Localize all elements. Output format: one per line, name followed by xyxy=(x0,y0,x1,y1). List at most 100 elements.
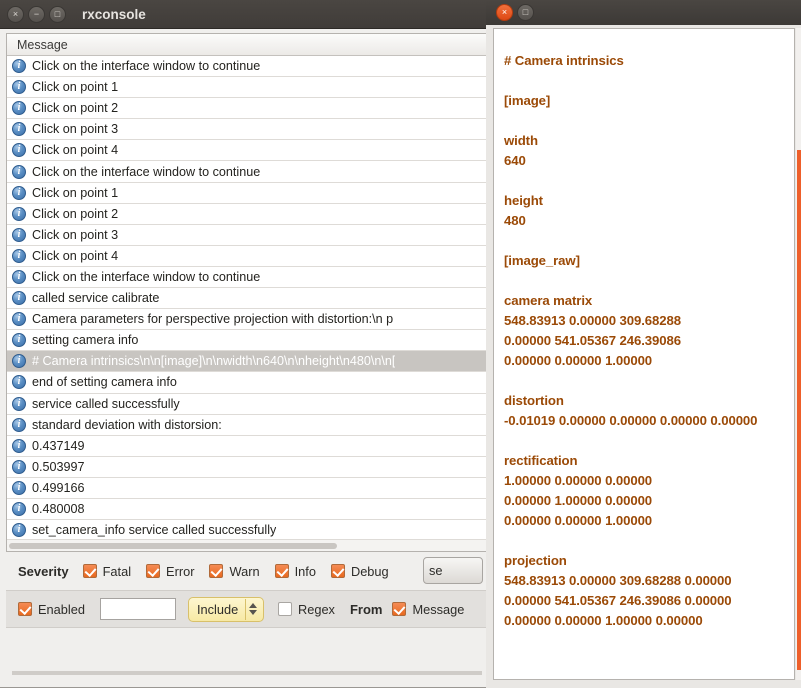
intrinsics-line: 0.00000 0.00000 1.00000 0.00000 xyxy=(504,613,703,628)
message-table-header: Message xyxy=(7,34,487,56)
message-text: Click on the interface window to continu… xyxy=(32,59,261,74)
table-row[interactable]: i called service calibrate xyxy=(7,288,487,310)
table-row[interactable]: i Click on point 1 xyxy=(7,183,487,204)
table-row[interactable]: i # Camera intrinsics\n\n[image]\n\nwidth… xyxy=(7,351,487,373)
camera-intrinsics-titlebar: × □ xyxy=(486,0,801,25)
maximize-icon[interactable]: □ xyxy=(49,5,66,23)
table-row[interactable]: i Click on point 4 xyxy=(7,140,487,162)
info-icon: i xyxy=(12,354,26,369)
table-row[interactable]: i end of setting camera info xyxy=(7,372,487,394)
table-row[interactable]: i 0.503997 xyxy=(7,457,487,478)
table-row[interactable]: i Click on point 4 xyxy=(7,246,487,267)
intrinsics-line: rectification xyxy=(504,453,578,468)
enabled-checkbox[interactable] xyxy=(18,602,32,616)
message-checkbox[interactable] xyxy=(392,602,407,616)
checkbox-debug[interactable] xyxy=(330,564,345,578)
regex-checkbox[interactable] xyxy=(277,602,292,616)
checkbox-info[interactable] xyxy=(274,564,289,578)
severity-label-info: Info xyxy=(294,563,316,579)
filter-mode-select[interactable]: Include xyxy=(187,596,264,622)
table-row[interactable]: i Click on point 1 xyxy=(7,77,487,99)
table-row[interactable]: i setting camera info xyxy=(7,330,487,352)
intrinsics-line: # Camera intrinsics xyxy=(504,53,624,68)
severity-filter-bar: Severity Fatal Error Warn Info Debug se xyxy=(6,552,488,590)
checkbox-warn[interactable] xyxy=(209,564,224,578)
info-icon: i xyxy=(12,59,26,74)
table-row[interactable]: i Click on point 3 xyxy=(7,225,487,246)
table-row[interactable]: i standard deviation with distorsion: xyxy=(7,415,487,436)
severity-checkbox-debug[interactable]: Debug xyxy=(330,564,389,579)
severity-checkbox-error[interactable]: Error xyxy=(146,564,194,579)
intrinsics-line: -0.01019 0.00000 0.00000 0.00000 0.00000 xyxy=(504,413,758,428)
vertical-scrollbar-thumb[interactable] xyxy=(797,150,801,670)
close-icon[interactable]: × xyxy=(496,4,513,21)
table-row[interactable]: i Camera parameters for perspective proje… xyxy=(7,309,487,331)
info-icon: i xyxy=(12,122,26,137)
camera-intrinsics-window: × □ # Camera intrinsics [image] width 640 he… xyxy=(486,0,801,688)
table-row[interactable]: i 0.437149 xyxy=(7,436,487,457)
message-text: Click on point 2 xyxy=(32,101,119,116)
severity-checkbox-info[interactable]: Info xyxy=(274,563,316,579)
intrinsics-line: 1.00000 0.00000 0.00000 xyxy=(504,473,653,488)
minimize-icon[interactable]: − xyxy=(28,5,45,23)
severity-label-warn: Warn xyxy=(229,563,260,579)
info-icon: i xyxy=(12,291,26,306)
horizontal-scrollbar[interactable] xyxy=(7,539,487,551)
table-row[interactable]: i 0.480008 xyxy=(7,499,487,521)
intrinsics-line: [image] xyxy=(504,93,551,108)
pause-button[interactable]: se xyxy=(423,557,483,584)
message-text: Click on point 1 xyxy=(32,80,119,95)
message-text: Click on point 4 xyxy=(32,248,119,263)
message-label: Message xyxy=(412,601,465,617)
message-text: Camera parameters for perspective projec… xyxy=(32,312,394,327)
checkbox-error[interactable] xyxy=(146,564,161,578)
message-text: Click on point 2 xyxy=(32,206,119,221)
regex-checkbox-wrap[interactable]: Regex xyxy=(277,602,335,617)
severity-checkbox-fatal[interactable]: Fatal xyxy=(82,564,131,579)
info-icon: i xyxy=(12,164,26,179)
info-icon: i xyxy=(12,396,26,411)
intrinsics-line: distortion xyxy=(504,393,564,408)
message-text: service called successfully xyxy=(32,396,180,411)
message-text: Click on point 1 xyxy=(32,185,119,200)
info-icon: i xyxy=(12,417,26,432)
table-row[interactable]: i Click on the interface window to contin… xyxy=(7,56,487,78)
table-row[interactable]: i set_camera_info service called successf… xyxy=(7,520,487,539)
table-row[interactable]: i service called successfully xyxy=(7,394,487,415)
message-rows-container[interactable]: i Click on the interface window to contin… xyxy=(7,56,487,539)
message-text: setting camera info xyxy=(32,333,139,348)
column-header-message[interactable]: Message xyxy=(7,38,68,52)
table-row[interactable]: i Click on point 3 xyxy=(7,119,487,141)
rxconsole-titlebar: × − □ rxconsole xyxy=(0,0,493,29)
enabled-label: Enabled xyxy=(38,601,85,617)
message-checkbox-wrap[interactable]: Message xyxy=(392,602,464,617)
enabled-checkbox-wrap[interactable]: Enabled xyxy=(18,602,85,617)
intrinsics-line: 548.83913 0.00000 309.68288 xyxy=(504,313,681,328)
message-text: end of setting camera info xyxy=(32,375,177,390)
intrinsics-line: 548.83913 0.00000 309.68288 0.00000 xyxy=(504,573,732,588)
table-row[interactable]: i Click on point 2 xyxy=(7,98,487,120)
rxconsole-footer xyxy=(6,628,488,682)
table-row[interactable]: i Click on point 2 xyxy=(7,204,487,225)
table-row[interactable]: i 0.499166 xyxy=(7,478,487,499)
message-text: standard deviation with distorsion: xyxy=(32,417,222,432)
intrinsics-line: camera matrix xyxy=(504,293,593,308)
horizontal-scrollbar-thumb[interactable] xyxy=(9,543,337,549)
intrinsics-line: width xyxy=(504,133,538,148)
info-icon: i xyxy=(12,248,26,263)
message-text: 0.499166 xyxy=(32,480,85,495)
message-text: # Camera intrinsics\n\n[image]\n\nwidth\… xyxy=(32,354,396,369)
camera-intrinsics-text[interactable]: # Camera intrinsics [image] width 640 height… xyxy=(493,28,795,680)
severity-label: Severity xyxy=(18,563,69,579)
table-row[interactable]: i Click on the interface window to contin… xyxy=(7,161,487,183)
table-row[interactable]: i Click on the interface window to contin… xyxy=(7,267,487,289)
checkbox-fatal[interactable] xyxy=(82,564,97,578)
filter-text-input[interactable] xyxy=(99,598,176,620)
close-icon[interactable]: × xyxy=(7,5,24,23)
maximize-icon[interactable]: □ xyxy=(517,4,534,21)
intrinsics-line: 640 xyxy=(504,153,526,168)
chevron-updown-icon[interactable] xyxy=(245,598,259,620)
severity-checkbox-warn[interactable]: Warn xyxy=(209,563,260,579)
